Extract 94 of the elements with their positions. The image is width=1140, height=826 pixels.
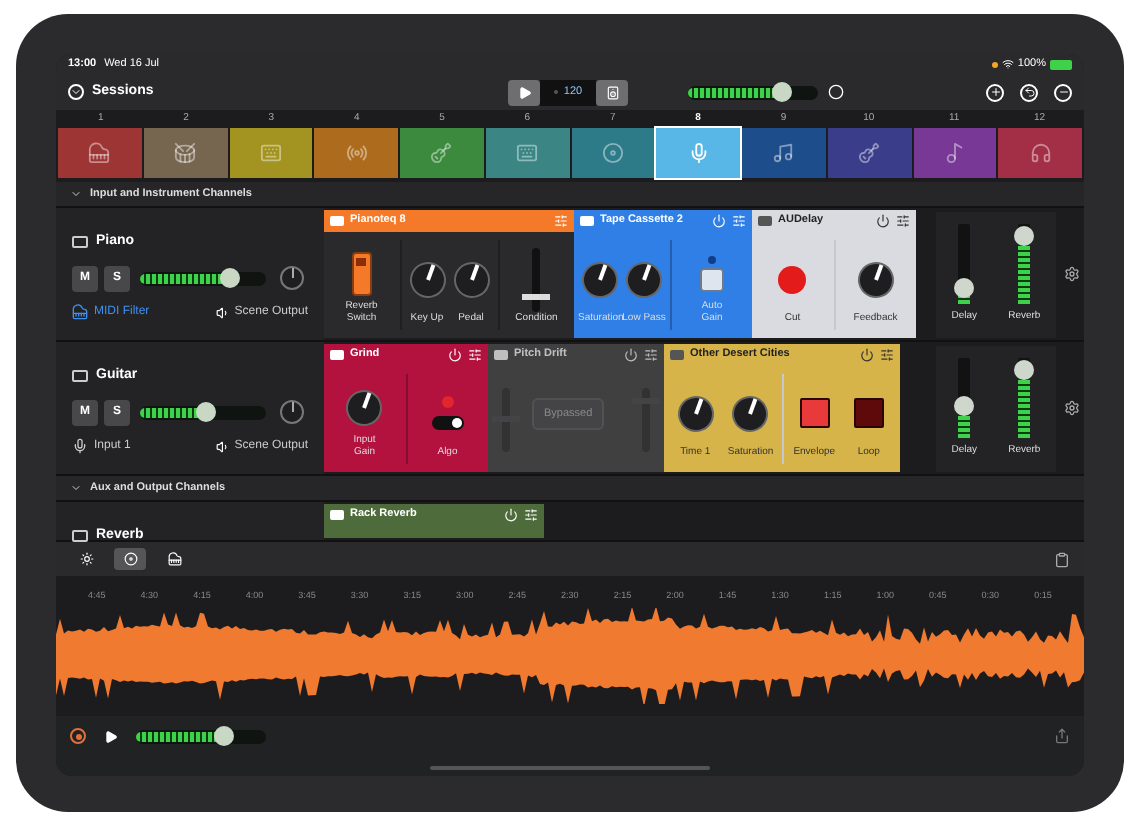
pad-button[interactable] bbox=[799, 398, 830, 428]
slider-thumb[interactable] bbox=[771, 82, 792, 102]
slider-thumb[interactable] bbox=[195, 402, 216, 422]
menu-icon[interactable] bbox=[732, 214, 746, 228]
scene-tile[interactable] bbox=[143, 128, 227, 178]
scene-tile[interactable] bbox=[913, 128, 997, 178]
piano-icon bbox=[72, 304, 88, 320]
clipboard-icon[interactable] bbox=[1054, 551, 1070, 567]
menu-icon[interactable] bbox=[896, 214, 910, 228]
wifi-icon bbox=[1001, 58, 1014, 70]
volume-slider[interactable] bbox=[688, 85, 818, 99]
mic-icon bbox=[72, 438, 88, 454]
fader-handle[interactable] bbox=[522, 293, 551, 300]
slider-thumb[interactable] bbox=[954, 395, 975, 416]
disc-icon bbox=[123, 552, 137, 566]
power-icon[interactable] bbox=[876, 214, 890, 228]
instrument-icon bbox=[174, 142, 197, 164]
instrument-icon bbox=[772, 142, 795, 164]
scene-tile[interactable] bbox=[58, 128, 142, 178]
remove-icon[interactable] bbox=[1054, 83, 1072, 101]
pan-knob[interactable] bbox=[280, 400, 304, 424]
square-button[interactable] bbox=[700, 267, 724, 291]
volume-slider[interactable] bbox=[140, 271, 266, 285]
play-button[interactable] bbox=[508, 79, 540, 105]
plugin-icon bbox=[758, 216, 772, 226]
volume-slider[interactable] bbox=[136, 729, 266, 743]
mic-indicator-icon bbox=[991, 61, 998, 67]
instrument-icon bbox=[858, 142, 881, 164]
chevron-icon[interactable] bbox=[70, 188, 82, 200]
speaker-icon bbox=[605, 85, 619, 99]
pad-button[interactable] bbox=[853, 398, 884, 428]
scene-tile[interactable] bbox=[656, 128, 740, 178]
pan-knob[interactable] bbox=[280, 266, 304, 290]
scene-tile[interactable] bbox=[998, 128, 1082, 178]
power-icon[interactable] bbox=[860, 348, 874, 362]
instrument-icon bbox=[516, 142, 539, 164]
plugin-icon bbox=[330, 216, 344, 226]
speaker-button[interactable] bbox=[596, 79, 628, 105]
plugin-icon bbox=[580, 216, 594, 226]
scene-tile[interactable] bbox=[742, 128, 826, 178]
add-icon[interactable] bbox=[986, 83, 1004, 101]
instrument-icon bbox=[88, 142, 111, 164]
scene-tile[interactable] bbox=[571, 128, 655, 178]
plugin-icon bbox=[494, 350, 508, 360]
instrument-icon bbox=[1029, 142, 1052, 164]
channel-icon bbox=[72, 370, 88, 383]
scene-tile[interactable] bbox=[229, 128, 313, 178]
record-button[interactable] bbox=[70, 728, 86, 744]
slider-thumb[interactable] bbox=[220, 268, 241, 288]
instrument-icon bbox=[943, 142, 966, 164]
sun-icon bbox=[79, 552, 93, 566]
slider-thumb[interactable] bbox=[1014, 359, 1035, 380]
vertical-fader[interactable] bbox=[522, 247, 551, 311]
play-icon bbox=[517, 85, 531, 99]
slider-thumb[interactable] bbox=[214, 726, 235, 746]
volume-slider[interactable] bbox=[140, 405, 266, 419]
speaker-icon bbox=[216, 305, 231, 319]
scene-tile[interactable] bbox=[485, 128, 569, 178]
cut-button[interactable] bbox=[778, 265, 807, 293]
chevron-icon[interactable] bbox=[70, 482, 82, 494]
menu-icon[interactable] bbox=[644, 348, 658, 362]
send-slider[interactable] bbox=[958, 357, 971, 438]
collapse-icon[interactable] bbox=[68, 84, 84, 100]
slider-thumb[interactable] bbox=[954, 277, 975, 298]
record-target-icon[interactable] bbox=[828, 84, 844, 100]
channel-icon bbox=[72, 236, 88, 249]
play-icon[interactable] bbox=[104, 729, 118, 743]
instrument-icon bbox=[687, 142, 710, 164]
instrument-icon bbox=[259, 142, 282, 164]
scene-tile[interactable] bbox=[400, 128, 484, 178]
plugin-icon bbox=[330, 350, 344, 360]
led-indicator bbox=[441, 396, 454, 408]
menu-icon[interactable] bbox=[468, 348, 482, 362]
instrument-icon bbox=[345, 142, 368, 164]
settings-icon[interactable] bbox=[1064, 400, 1080, 416]
slider-thumb[interactable] bbox=[1014, 225, 1035, 246]
scene-tile[interactable] bbox=[314, 128, 398, 178]
instrument-icon bbox=[601, 142, 624, 164]
tool-tab[interactable] bbox=[114, 548, 146, 570]
toggle-switch[interactable] bbox=[431, 416, 464, 430]
menu-icon[interactable] bbox=[880, 348, 894, 362]
scene-tile[interactable] bbox=[827, 128, 911, 178]
menu-icon[interactable] bbox=[524, 508, 538, 522]
send-slider[interactable] bbox=[958, 223, 971, 304]
piano-icon bbox=[167, 552, 181, 566]
plugin-icon bbox=[670, 350, 684, 360]
battery-icon bbox=[1050, 59, 1072, 69]
plugin-icon bbox=[330, 510, 344, 520]
share-icon[interactable] bbox=[1054, 728, 1070, 744]
undo-icon[interactable] bbox=[1020, 83, 1038, 101]
speaker-icon bbox=[216, 439, 231, 453]
settings-icon[interactable] bbox=[1064, 266, 1080, 282]
toggle-switch[interactable] bbox=[351, 251, 372, 295]
instrument-icon bbox=[430, 142, 453, 164]
